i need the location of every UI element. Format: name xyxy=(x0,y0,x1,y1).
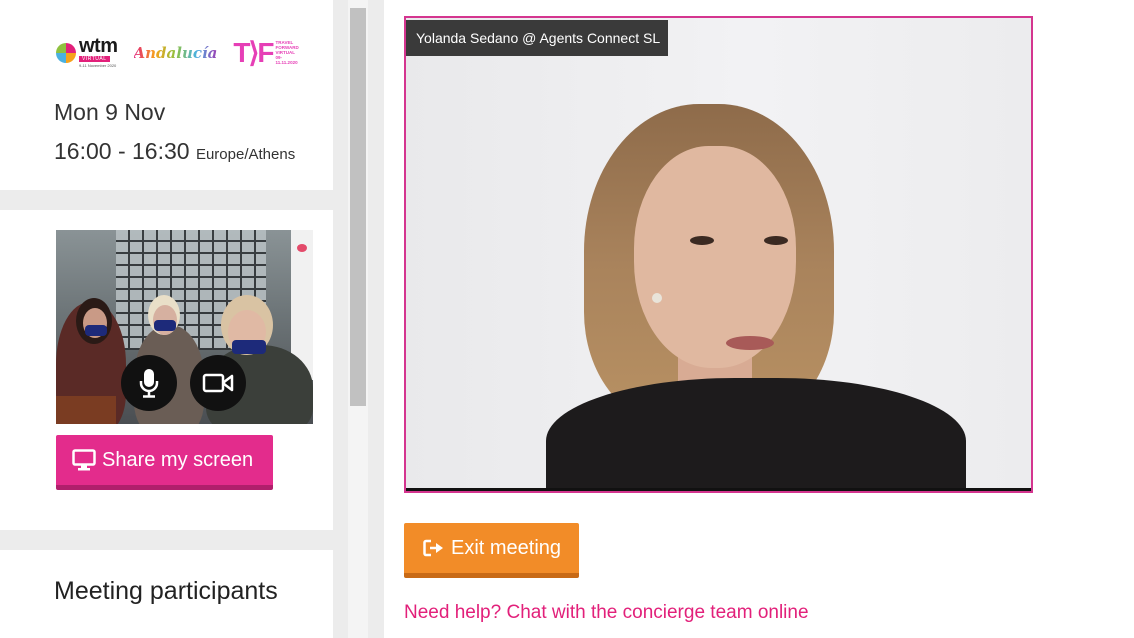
andalucia-logo: Andalucía xyxy=(133,43,218,62)
camera-toggle-button[interactable] xyxy=(190,355,246,411)
wtm-logo-tag: VIRTUAL xyxy=(79,56,110,62)
meeting-timezone: Europe/Athens xyxy=(195,146,296,163)
microphone-icon xyxy=(139,369,159,398)
exit-meeting-button[interactable]: Exit meeting xyxy=(404,523,579,578)
wtm-logo: wtm VIRTUAL 9-11 November 2020 xyxy=(56,35,118,68)
meeting-time-range: 16:00 - 16:30 xyxy=(54,138,190,164)
video-camera-icon xyxy=(202,373,234,393)
exit-meeting-label: Exit meeting xyxy=(451,536,562,559)
microphone-toggle-button[interactable] xyxy=(121,355,177,411)
wtm-swirl-icon xyxy=(56,42,76,63)
wtm-logo-word: wtm xyxy=(79,35,118,57)
event-logos: wtm VIRTUAL 9-11 November 2020 Andalucía… xyxy=(56,36,299,69)
remote-video-feed: Yolanda Sedano @ Agents Connect SL xyxy=(404,16,1033,493)
concierge-help-link[interactable]: Need help? Chat with the concierge team … xyxy=(404,602,809,624)
remote-participant-name: Yolanda Sedano @ Agents Connect SL xyxy=(406,20,669,56)
participants-title: Meeting participants xyxy=(54,577,278,605)
share-screen-button[interactable]: Share my screen xyxy=(56,435,273,490)
share-screen-label: Share my screen xyxy=(102,448,254,471)
self-video-feed xyxy=(56,230,313,424)
ttf-logo-text: TRAVEL FORWARD VIRTUAL 09- 11.11.2020 xyxy=(275,40,299,65)
ttf-logo-mark: T⟩F xyxy=(233,37,274,68)
ttf-logo: T⟩F TRAVEL FORWARD VIRTUAL 09- 11.11.202… xyxy=(233,36,298,69)
banner-heart-icon xyxy=(297,244,307,252)
wtm-logo-dates: 9-11 November 2020 xyxy=(79,63,117,68)
monitor-icon xyxy=(72,449,96,471)
meeting-time: 16:00 - 16:30 Europe/Athens xyxy=(54,138,295,165)
sign-out-icon xyxy=(423,539,443,557)
sidebar-scrollbar-thumb[interactable] xyxy=(350,8,366,406)
meeting-date: Mon 9 Nov xyxy=(54,99,166,125)
